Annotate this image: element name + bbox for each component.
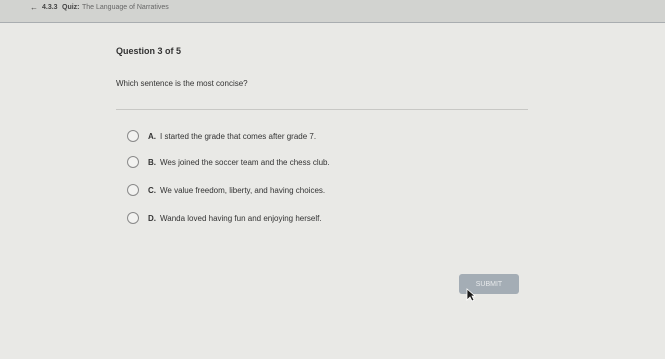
option-letter: D. (148, 213, 156, 223)
question-prompt: Which sentence is the most concise? (116, 79, 248, 88)
section-number: 4.3.3 (42, 4, 58, 11)
question-counter: Question 3 of 5 (116, 46, 182, 56)
option-text: Wanda loved having fun and enjoying hers… (160, 213, 322, 223)
answer-option-d[interactable]: D. Wanda loved having fun and enjoying h… (127, 212, 322, 224)
answer-option-c[interactable]: C. We value freedom, liberty, and having… (127, 184, 325, 196)
radio-button-icon[interactable] (127, 184, 139, 196)
back-arrow-icon[interactable]: ← (30, 4, 38, 12)
cursor-icon (466, 288, 476, 302)
option-letter: B. (148, 157, 156, 167)
option-text: Wes joined the soccer team and the chess… (160, 157, 330, 167)
radio-button-icon[interactable] (127, 156, 139, 168)
radio-button-icon[interactable] (127, 212, 139, 224)
option-letter: C. (148, 185, 156, 195)
answer-option-a[interactable]: A. I started the grade that comes after … (127, 130, 316, 142)
answer-option-b[interactable]: B. Wes joined the soccer team and the ch… (127, 156, 330, 168)
header-bar: ← 4.3.3 Quiz: The Language of Narratives (0, 0, 665, 23)
quiz-title: The Language of Narratives (82, 4, 169, 11)
quiz-label: Quiz: (62, 4, 80, 11)
option-letter: A. (148, 131, 156, 141)
divider (116, 109, 528, 110)
option-text: I started the grade that comes after gra… (160, 131, 317, 141)
question-panel: Question 3 of 5 Which sentence is the mo… (0, 23, 665, 359)
option-text: We value freedom, liberty, and having ch… (160, 185, 326, 195)
radio-button-icon[interactable] (127, 130, 139, 142)
